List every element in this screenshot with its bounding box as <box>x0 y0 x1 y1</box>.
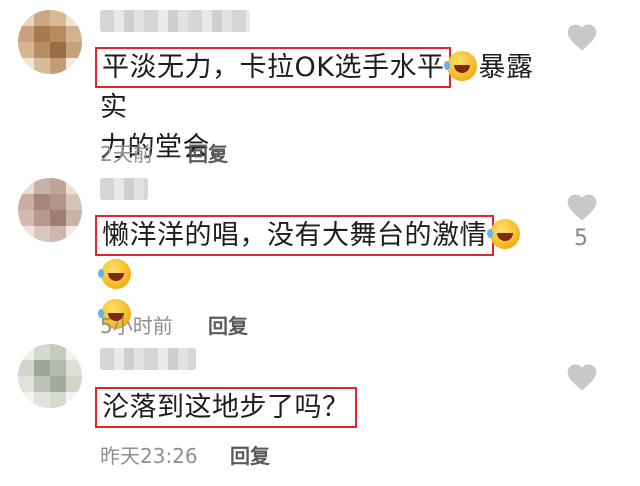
username-blurred[interactable] <box>100 348 196 370</box>
heart-icon[interactable] <box>565 192 599 222</box>
avatar[interactable] <box>18 178 82 242</box>
highlighted-text: 沦落到这地步了吗？ <box>95 387 357 428</box>
laughing-crying-emoji-icon <box>487 219 520 249</box>
username-blurred[interactable] <box>100 10 250 32</box>
comment-text: 平淡无力，卡拉OK选手水平 暴露实 力的堂会。 <box>94 47 550 168</box>
timestamp: 2天前 <box>100 142 153 166</box>
heart-icon[interactable] <box>565 362 599 392</box>
highlighted-text: 懒洋洋的唱，没有大舞台的激情 <box>95 215 494 256</box>
reply-button[interactable]: 回复 <box>230 440 270 469</box>
like-count: 5 <box>574 226 588 251</box>
heart-icon[interactable] <box>565 22 599 52</box>
avatar[interactable] <box>18 10 82 74</box>
username-blurred[interactable] <box>100 178 148 200</box>
reply-button[interactable]: 回复 <box>188 138 228 167</box>
timestamp: 5小时前 <box>100 314 173 338</box>
timestamp: 昨天23:26 <box>100 444 198 468</box>
avatar[interactable] <box>18 344 82 408</box>
laughing-crying-emoji-icon <box>98 259 131 289</box>
comment-3: 沦落到这地步了吗？ 昨天23:26 回复 <box>0 340 640 486</box>
laughing-crying-emoji-icon <box>444 51 478 81</box>
highlighted-text: 平淡无力，卡拉OK选手水平 <box>94 47 452 88</box>
comment-2: 懒洋洋的唱，没有大舞台的激情 5小时前 回复 5 <box>0 170 640 340</box>
reply-button[interactable]: 回复 <box>208 310 248 339</box>
comment-text: 沦落到这地步了吗？ <box>95 387 550 428</box>
comment-1: 平淡无力，卡拉OK选手水平 暴露实 力的堂会。 2天前 回复 <box>0 0 640 170</box>
